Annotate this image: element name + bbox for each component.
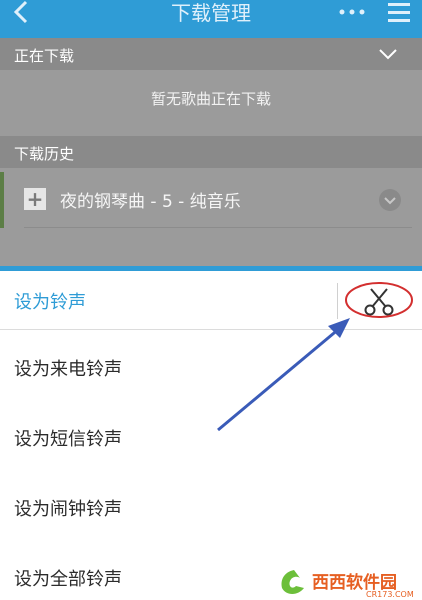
song-title: 夜的钢琴曲 - 5 - 纯音乐	[60, 192, 241, 212]
set-call-ringtone-option[interactable]: 设为来电铃声	[14, 355, 122, 381]
app-header: 下载管理	[0, 0, 422, 38]
expand-circle-icon[interactable]	[378, 188, 402, 212]
watermark-leaf-icon	[281, 570, 304, 594]
section-history: 下载历史	[0, 136, 422, 168]
ringtone-sheet: 设为铃声 设为来电铃声 设为短信铃声 设为闹钟铃声 设为全部铃声	[0, 271, 422, 600]
set-all-ringtone-option[interactable]: 设为全部铃声	[14, 565, 122, 591]
menu-icon[interactable]	[386, 0, 412, 26]
set-alarm-ringtone-option[interactable]: 设为闹钟铃声	[14, 495, 122, 521]
scissors-icon[interactable]	[356, 285, 402, 317]
divider	[24, 227, 412, 228]
section-label: 下载历史	[14, 145, 75, 163]
chevron-down-icon[interactable]	[378, 44, 398, 64]
section-label: 正在下载	[14, 47, 75, 65]
selection-indicator	[0, 172, 4, 228]
sheet-title: 设为铃声	[14, 292, 86, 313]
watermark-logo: 西西软件园 CR173.COM	[274, 566, 422, 600]
download-list: 正在下载 暂无歌曲正在下载 下载历史 + 夜的钢琴曲 - 5 - 纯音乐	[0, 38, 422, 266]
watermark-subtext: CR173.COM	[366, 590, 414, 599]
set-sms-ringtone-option[interactable]: 设为短信铃声	[14, 425, 122, 451]
section-downloading[interactable]: 正在下载	[0, 38, 422, 70]
list-item[interactable]: + 夜的钢琴曲 - 5 - 纯音乐	[0, 172, 412, 228]
sheet-header: 设为铃声	[0, 271, 422, 330]
divider	[337, 283, 338, 319]
empty-state-text: 暂无歌曲正在下载	[150, 90, 271, 108]
more-dots-icon[interactable]	[336, 0, 368, 22]
plus-icon[interactable]: +	[24, 188, 46, 210]
